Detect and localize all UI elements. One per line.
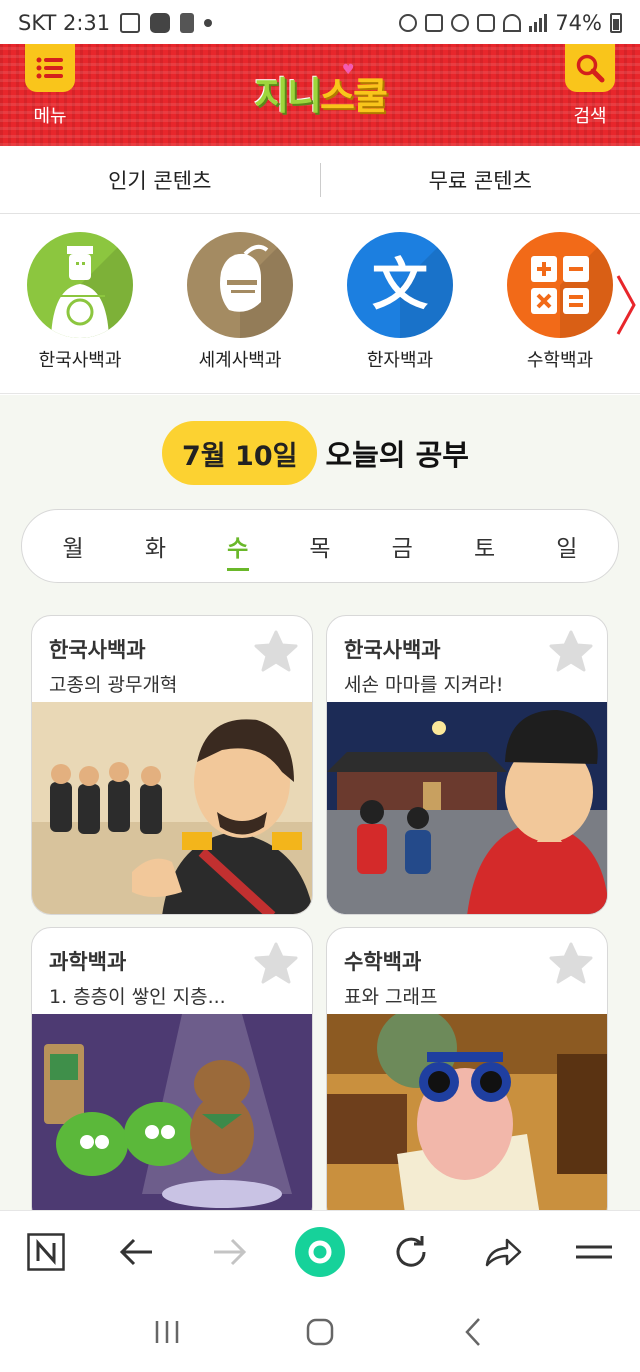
search-label: 검색 [573, 106, 607, 127]
green-circle-icon [294, 1226, 345, 1277]
svg-text:文: 文 [372, 253, 428, 318]
heart-icon: ♥ [342, 62, 354, 78]
content-tabs: 인기 콘텐츠 무료 콘텐츠 [0, 146, 640, 214]
content-card[interactable]: 과학백과 1. 층층이 쌓인 지층... [31, 927, 313, 1227]
knight-helmet-icon [220, 232, 293, 338]
category-label: 세계사백과 [198, 350, 282, 371]
day-mon[interactable]: 월 [48, 529, 98, 563]
nfc-icon [399, 14, 418, 32]
math-icon [531, 232, 613, 338]
today-study-section: 7월 10일 오늘의 공부 월 화 수 목 금 토 일 한국사백과 고종의 광무… [0, 395, 640, 1227]
browser-toolbar [0, 1210, 640, 1292]
bed-icon [425, 14, 444, 32]
system-nav-bar [0, 1292, 640, 1372]
search-button[interactable]: 검색 [558, 44, 622, 144]
category-carousel: 한국사백과 세계사백과 文 한자백과 수학백과 [0, 214, 640, 394]
tab-free[interactable]: 무료 콘텐츠 [321, 146, 640, 213]
today-heading: 오늘의 공부 [325, 438, 469, 472]
date-badge: 7월 10일 [162, 421, 318, 485]
star-icon[interactable] [549, 942, 593, 984]
back-nav-button[interactable] [453, 1312, 493, 1352]
category-hanja[interactable]: 文 한자백과 [325, 232, 475, 372]
wifi-icon [503, 14, 522, 32]
menu-button[interactable]: 메뉴 [18, 44, 82, 144]
chevron-right-icon[interactable] [610, 270, 640, 340]
category-korean-history[interactable]: 한국사백과 [5, 232, 155, 372]
card-title: 표와 그래프 [344, 986, 438, 1008]
day-thu[interactable]: 목 [295, 529, 345, 563]
card-thumbnail [327, 702, 607, 914]
logo[interactable]: 지니 스쿨 ♥ [240, 62, 400, 122]
naver-n-icon [26, 1232, 65, 1271]
gallery-icon [120, 13, 141, 33]
menu-icon [36, 57, 63, 79]
mute-icon [477, 14, 496, 32]
recent-apps-icon [155, 1321, 178, 1343]
content-card[interactable]: 한국사백과 세손 마마를 지켜라! [326, 615, 608, 915]
refresh-icon [396, 1235, 426, 1267]
card-title: 1. 층층이 쌓인 지층... [49, 986, 226, 1008]
card-title: 고종의 광무개혁 [49, 674, 178, 696]
arrow-left-icon [120, 1238, 153, 1265]
star-icon[interactable] [254, 630, 298, 672]
menu-more-button[interactable] [568, 1226, 620, 1278]
tab-popular[interactable]: 인기 콘텐츠 [0, 146, 320, 213]
green-dot-button[interactable] [294, 1226, 346, 1278]
share-button[interactable] [477, 1226, 529, 1278]
refresh-button[interactable] [385, 1226, 437, 1278]
signal-icon [529, 14, 548, 32]
category-world-history[interactable]: 세계사백과 [165, 232, 315, 372]
day-tue[interactable]: 화 [130, 529, 180, 563]
share-icon [485, 1238, 522, 1266]
content-card[interactable]: 한국사백과 고종의 광무개혁 [31, 615, 313, 915]
arrow-right-icon [213, 1238, 246, 1265]
category-label: 한국사백과 [38, 350, 122, 371]
star-icon[interactable] [254, 942, 298, 984]
status-bar: SKT 2:31 74% [0, 0, 640, 46]
hamburger-icon [576, 1245, 613, 1258]
home-button[interactable] [300, 1312, 340, 1352]
forward-button[interactable] [203, 1226, 255, 1278]
recent-apps-button[interactable] [147, 1312, 187, 1352]
card-title: 세손 마마를 지켜라! [344, 674, 504, 696]
card-thumbnail [32, 702, 312, 914]
back-button[interactable] [111, 1226, 163, 1278]
search-icon [576, 54, 605, 83]
chevron-left-icon [465, 1318, 481, 1346]
day-sun[interactable]: 일 [542, 529, 592, 563]
app-header: 메뉴 지니 스쿨 ♥ 검색 [0, 44, 640, 146]
warrior-icon [51, 232, 133, 338]
home-icon [306, 1318, 334, 1346]
battery-icon [610, 13, 622, 33]
logo-text-a: 지니 [254, 73, 322, 118]
app-icon [150, 13, 171, 33]
content-card[interactable]: 수학백과 표와 그래프 [326, 927, 608, 1227]
battery-percent: 74% [555, 11, 602, 35]
star-icon[interactable] [549, 630, 593, 672]
card-thumbnail [327, 1014, 607, 1226]
day-sat[interactable]: 토 [460, 529, 510, 563]
category-label: 한자백과 [366, 350, 434, 371]
notification-dot-icon [204, 19, 213, 27]
weekday-selector: 월 화 수 목 금 토 일 [21, 509, 619, 583]
category-label: 수학백과 [526, 350, 594, 371]
carrier-time: SKT 2:31 [18, 11, 111, 35]
mascot-icon [180, 13, 195, 33]
card-thumbnail [32, 1014, 312, 1226]
day-wed[interactable]: 수 [213, 529, 263, 571]
day-fri[interactable]: 금 [377, 529, 427, 563]
alarm-icon [451, 14, 470, 32]
menu-label: 메뉴 [33, 106, 67, 127]
today-title: 7월 10일 오늘의 공부 [162, 421, 469, 485]
hanja-icon: 文 [372, 232, 453, 338]
naver-home-button[interactable] [20, 1226, 72, 1278]
